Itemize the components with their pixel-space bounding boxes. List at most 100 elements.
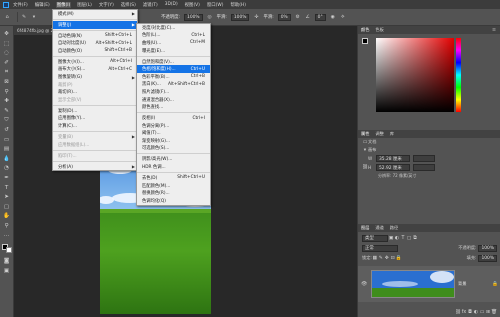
adjust-menu-item[interactable]: 反相(I) Ctrl+I <box>137 114 210 122</box>
adjust-menu-item[interactable]: 通道混合器(X)... <box>137 96 210 104</box>
crop-tool-icon[interactable]: ⌗ <box>2 68 11 76</box>
quick-mask-icon[interactable]: ◙ <box>2 257 11 265</box>
chevron-down-icon[interactable]: ▾ <box>31 14 37 20</box>
menu-3d[interactable]: 3D(D) <box>164 2 179 7</box>
menu-type[interactable]: 文字(Y) <box>98 2 115 8</box>
adjust-menu-item[interactable]: 黑白(K)... Alt+Shift+Ctrl+B <box>137 81 210 89</box>
lasso-tool-icon[interactable]: ◌ <box>2 49 11 57</box>
symmetry-icon[interactable]: ⟡ <box>340 14 346 20</box>
image-menu-item[interactable]: 自动颜色(O) Shift+Ctrl+B <box>53 47 137 55</box>
tab-properties[interactable]: 属性 <box>361 131 369 137</box>
x-field[interactable] <box>413 155 435 162</box>
adjust-menu-item[interactable]: 色调均化(Q) <box>137 197 210 205</box>
screen-mode-icon[interactable]: ▣ <box>2 267 11 275</box>
tab-channels[interactable]: 通道 <box>375 225 383 231</box>
clone-stamp-tool-icon[interactable]: ⛉ <box>2 116 11 124</box>
adjust-menu-item[interactable]: 照片滤镜(F)... <box>137 88 210 96</box>
adjust-menu-item[interactable]: 替换颜色(R)... <box>137 189 210 197</box>
menu-file[interactable]: 文件(F) <box>12 2 29 8</box>
adjust-menu-item[interactable]: 曲线(U)... Ctrl+M <box>137 39 210 47</box>
layer-row-background[interactable]: 👁 背景 🔒 <box>358 266 500 302</box>
blend-mode-select[interactable]: 正常 <box>362 244 398 252</box>
image-menu-item[interactable]: 图像大小(I)... Alt+Ctrl+I <box>53 58 137 66</box>
pen-tool-icon[interactable]: ✒ <box>2 174 11 182</box>
tab-swatches[interactable]: 色板 <box>375 27 383 33</box>
menu-image[interactable]: 图像(I) <box>55 1 72 8</box>
type-tool-icon[interactable]: T <box>2 184 11 192</box>
airbrush-icon[interactable]: ✣ <box>253 14 259 20</box>
adjust-menu-item[interactable]: 阴影/高光(W)... <box>137 156 210 164</box>
panel-menu-icon[interactable]: ≡ <box>491 27 497 33</box>
visibility-eye-icon[interactable]: 👁 <box>361 281 367 287</box>
menu-window[interactable]: 窗口(W) <box>206 2 225 8</box>
smoothing-field[interactable]: 0% <box>277 13 291 21</box>
home-icon[interactable]: ⌂ <box>4 14 10 20</box>
adjust-menu-item[interactable]: 阈值(T)... <box>137 129 210 137</box>
image-menu-item[interactable]: 应用图像(Y)... <box>53 115 137 123</box>
adjust-menu-item[interactable]: 色彩平衡(B)... Ctrl+B <box>137 73 210 81</box>
opacity-field[interactable]: 100% <box>184 13 203 21</box>
adjust-menu-item[interactable]: 渐变映射(G)... <box>137 137 210 145</box>
dodge-tool-icon[interactable]: ◔ <box>2 164 11 172</box>
hand-tool-icon[interactable]: ✋ <box>2 212 11 220</box>
adjust-menu-item[interactable]: 自然饱和度(V)... <box>137 58 210 66</box>
tab-layers[interactable]: 图层 <box>361 225 369 231</box>
layers-kind-select[interactable]: 类型 <box>362 234 388 242</box>
adjust-menu-item[interactable]: 色调分离(P)... <box>137 122 210 130</box>
menu-filter[interactable]: 滤镜(T) <box>142 2 159 8</box>
tab-paths[interactable]: 路径 <box>390 225 398 231</box>
image-menu-item[interactable]: 自动色调(N) Shift+Ctrl+L <box>53 32 137 40</box>
brush-tool-icon[interactable]: ✎ <box>21 14 27 20</box>
adjust-menu-item[interactable]: 匹配颜色(M)... <box>137 182 210 190</box>
shape-tool-icon[interactable]: ▢ <box>2 203 11 211</box>
flow-field[interactable]: 100% <box>230 13 250 21</box>
height-field[interactable]: 52.92 厘米 <box>376 164 410 171</box>
more-tools-icon[interactable]: … <box>2 231 11 239</box>
image-menu-item[interactable]: 画布大小(S)... Alt+Ctrl+C <box>53 66 137 74</box>
healing-brush-tool-icon[interactable]: ✚ <box>2 97 11 105</box>
gear-icon[interactable]: ⚙ <box>295 14 301 20</box>
adjust-menu-item[interactable]: 亮度/对比度(C)... <box>137 24 210 32</box>
angle-field[interactable]: 0° <box>314 13 326 21</box>
foreground-color-chip[interactable] <box>362 38 368 44</box>
zoom-tool-icon[interactable]: ⚲ <box>2 222 11 230</box>
brush-tool-icon[interactable]: ✎ <box>2 107 11 115</box>
filter-smart-icon[interactable]: ⧉ <box>412 235 418 241</box>
hue-slider[interactable] <box>456 38 461 112</box>
layers-opacity-field[interactable]: 100% <box>478 244 497 252</box>
menu-help[interactable]: 帮助(H) <box>229 2 247 8</box>
image-menu-item[interactable]: 裁切(R)... <box>53 88 137 96</box>
y-field[interactable] <box>413 164 435 171</box>
width-field[interactable]: 35.28 厘米 <box>376 155 410 162</box>
image-menu-item[interactable]: 模式(M) ▶ <box>53 10 137 18</box>
image-menu-item[interactable]: 图像旋转(G) ▶ <box>53 73 137 81</box>
color-swatches[interactable] <box>1 244 12 254</box>
adjust-menu-item[interactable]: 去色(D) Shift+Ctrl+U <box>137 174 210 182</box>
background-color-swatch[interactable] <box>5 247 12 254</box>
frame-tool-icon[interactable]: ⊠ <box>2 78 11 86</box>
gradient-tool-icon[interactable]: ▤ <box>2 145 11 153</box>
eraser-tool-icon[interactable]: ▭ <box>2 136 11 144</box>
image-menu-item[interactable]: 计算(C)... <box>53 122 137 130</box>
adjust-menu-item[interactable]: 色阶(L)... Ctrl+L <box>137 32 210 40</box>
move-tool-icon[interactable]: ✥ <box>2 30 11 38</box>
adjust-menu-item[interactable]: 可选颜色(S)... <box>137 145 210 153</box>
eyedropper-tool-icon[interactable]: ⚲ <box>2 88 11 96</box>
image-menu-item[interactable]: 调整(J) ▶ <box>53 20 137 29</box>
quick-select-tool-icon[interactable]: ✐ <box>2 59 11 67</box>
adjust-menu-item[interactable]: 颜色查找... <box>137 103 210 111</box>
angle-icon[interactable]: ∠ <box>305 14 311 20</box>
adjust-menu-item[interactable]: 曝光度(E)... <box>137 47 210 55</box>
menu-edit[interactable]: 编辑(E) <box>34 2 51 8</box>
path-select-tool-icon[interactable]: ➤ <box>2 193 11 201</box>
adjust-menu-item[interactable]: 色相/饱和度(H)... Ctrl+U <box>137 65 210 73</box>
image-menu-item[interactable]: 自动对比度(U) Alt+Shift+Ctrl+L <box>53 40 137 48</box>
image-menu-item[interactable]: 分析(A) ▶ <box>53 163 137 171</box>
pressure-opacity-icon[interactable]: ◎ <box>207 14 213 20</box>
menu-select[interactable]: 选择(S) <box>120 2 137 8</box>
fill-field[interactable]: 100% <box>478 254 497 262</box>
delete-layer-icon[interactable]: 🗑 <box>491 309 497 315</box>
tab-libraries[interactable]: 库 <box>390 131 394 137</box>
menu-layer[interactable]: 图层(L) <box>76 2 93 8</box>
blur-tool-icon[interactable]: 💧 <box>2 155 11 163</box>
